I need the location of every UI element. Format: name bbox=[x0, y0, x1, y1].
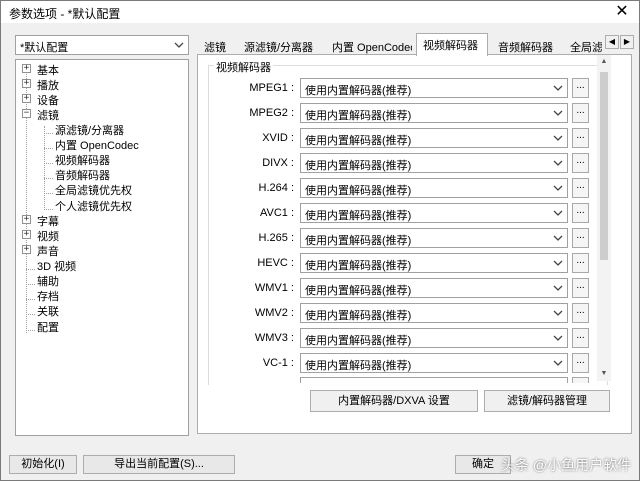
more-button-partial bbox=[572, 377, 589, 383]
tab-source-filter[interactable]: 源滤镜/分离器 bbox=[237, 35, 323, 55]
more-button[interactable]: ... bbox=[572, 153, 589, 173]
group-title: 视频解码器 bbox=[214, 59, 273, 75]
chevron-down-icon bbox=[553, 260, 563, 266]
decoder-select-h265[interactable]: 使用内置解码器(推荐) bbox=[300, 228, 568, 248]
decoder-select-h264[interactable]: 使用内置解码器(推荐) bbox=[300, 178, 568, 198]
decoder-select-divx[interactable]: 使用内置解码器(推荐) bbox=[300, 153, 568, 173]
decoder-select-wmv1[interactable]: 使用内置解码器(推荐) bbox=[300, 278, 568, 298]
more-button[interactable]: ... bbox=[572, 78, 589, 98]
collapse-icon[interactable]: − bbox=[22, 109, 31, 118]
dxva-settings-button[interactable]: 内置解码器/DXVA 设置 bbox=[310, 390, 478, 412]
tab-opencodec[interactable]: 内置 OpenCodec bbox=[325, 35, 413, 55]
chevron-down-icon bbox=[553, 285, 563, 291]
chevron-down-icon bbox=[553, 160, 563, 166]
chevron-down-icon bbox=[553, 110, 563, 116]
decoder-select-wmv3[interactable]: 使用内置解码器(推荐) bbox=[300, 328, 568, 348]
more-button[interactable]: ... bbox=[572, 328, 589, 348]
expand-icon[interactable]: + bbox=[22, 230, 31, 239]
more-button[interactable]: ... bbox=[572, 178, 589, 198]
codec-label: AVC1 : bbox=[259, 207, 294, 219]
close-icon[interactable]: ✕ bbox=[605, 1, 639, 23]
more-button[interactable]: ... bbox=[572, 128, 589, 148]
watermark-text: 头条 @小鱼用户软件 bbox=[501, 457, 632, 473]
expand-icon[interactable]: + bbox=[22, 64, 31, 73]
codec-label: H.265 : bbox=[258, 232, 294, 244]
tab-audio-decoder[interactable]: 音频解码器 bbox=[491, 35, 561, 55]
profile-value: *默认配置 bbox=[20, 42, 69, 54]
more-button[interactable]: ... bbox=[572, 253, 589, 273]
expand-icon[interactable]: + bbox=[22, 245, 31, 254]
expand-icon[interactable]: + bbox=[22, 79, 31, 88]
codec-label: XVID : bbox=[262, 132, 294, 144]
codec-label: H.264 : bbox=[258, 182, 294, 194]
chevron-down-icon bbox=[553, 335, 563, 341]
chevron-down-icon bbox=[553, 85, 563, 91]
preferences-window: 参数选项 - *默认配置 ✕ *默认配置 + 基本 + 播放 + 设备 − 滤镜… bbox=[0, 0, 640, 481]
chevron-down-icon bbox=[553, 235, 563, 241]
tab-filters[interactable]: 滤镜 bbox=[197, 35, 235, 55]
more-button[interactable]: ... bbox=[572, 228, 589, 248]
more-button[interactable]: ... bbox=[572, 278, 589, 298]
codec-label: VC-1 : bbox=[262, 357, 294, 369]
scrollbar-thumb[interactable] bbox=[600, 72, 608, 260]
codec-label: WMV3 : bbox=[254, 332, 294, 344]
decoder-list-scrollbar[interactable]: ▲ ▼ bbox=[597, 55, 611, 381]
decoder-select-vc1[interactable]: 使用内置解码器(推荐) bbox=[300, 353, 568, 373]
window-title: 参数选项 - *默认配置 bbox=[9, 7, 121, 21]
tab-bar: 滤镜 源滤镜/分离器 内置 OpenCodec 视频解码器 音频解码器 全局滤 … bbox=[197, 33, 635, 56]
scroll-up-icon[interactable]: ▲ bbox=[597, 55, 611, 69]
video-decoder-panel: 视频解码器 MPEG1 : 使用内置解码器(推荐) ... MPEG2 : 使用… bbox=[197, 54, 632, 434]
chevron-down-icon bbox=[553, 310, 563, 316]
chevron-down-icon bbox=[553, 360, 563, 366]
more-button[interactable]: ... bbox=[572, 303, 589, 323]
tab-video-decoder[interactable]: 视频解码器 bbox=[416, 33, 488, 56]
more-button[interactable]: ... bbox=[572, 203, 589, 223]
decoder-select-hevc[interactable]: 使用内置解码器(推荐) bbox=[300, 253, 568, 273]
chevron-down-icon bbox=[174, 42, 184, 48]
codec-label: WMV1 : bbox=[254, 282, 294, 294]
decoder-select-mpeg1[interactable]: 使用内置解码器(推荐) bbox=[300, 78, 568, 98]
tab-global-filter[interactable]: 全局滤 bbox=[563, 35, 603, 55]
more-button[interactable]: ... bbox=[572, 103, 589, 123]
codec-label: HEVC : bbox=[257, 257, 294, 269]
chevron-down-icon bbox=[553, 185, 563, 191]
chevron-down-icon bbox=[553, 135, 563, 141]
initialize-button[interactable]: 初始化(I) bbox=[9, 455, 77, 474]
codec-label: MPEG2 : bbox=[249, 107, 294, 119]
export-config-button[interactable]: 导出当前配置(S)... bbox=[83, 455, 235, 474]
chevron-down-icon bbox=[553, 210, 563, 216]
decoder-select-mpeg2[interactable]: 使用内置解码器(推荐) bbox=[300, 103, 568, 123]
filter-manager-button[interactable]: 滤镜/解码器管理 bbox=[484, 390, 610, 412]
more-button[interactable]: ... bbox=[572, 353, 589, 373]
codec-label: WMV2 : bbox=[254, 307, 294, 319]
codec-label: MPEG1 : bbox=[249, 82, 294, 94]
decoder-select-avc1[interactable]: 使用内置解码器(推荐) bbox=[300, 203, 568, 223]
decoder-select-xvid[interactable]: 使用内置解码器(推荐) bbox=[300, 128, 568, 148]
decoder-select-partial bbox=[300, 377, 568, 383]
tab-scroll-left-icon[interactable]: ◀ bbox=[605, 35, 619, 49]
expand-icon[interactable]: + bbox=[22, 215, 31, 224]
codec-label: DIVX : bbox=[262, 157, 294, 169]
expand-icon[interactable]: + bbox=[22, 94, 31, 103]
tab-scroll-right-icon[interactable]: ▶ bbox=[620, 35, 634, 49]
decoder-select-wmv2[interactable]: 使用内置解码器(推荐) bbox=[300, 303, 568, 323]
tree-guide-line bbox=[44, 126, 45, 210]
profile-dropdown[interactable]: *默认配置 bbox=[15, 35, 189, 55]
scroll-down-icon[interactable]: ▼ bbox=[597, 367, 611, 381]
settings-tree[interactable]: + 基本 + 播放 + 设备 − 滤镜 源滤镜/分离器 内置 OpenCodec… bbox=[15, 59, 189, 436]
title-bar: 参数选项 - *默认配置 ✕ bbox=[1, 1, 639, 23]
